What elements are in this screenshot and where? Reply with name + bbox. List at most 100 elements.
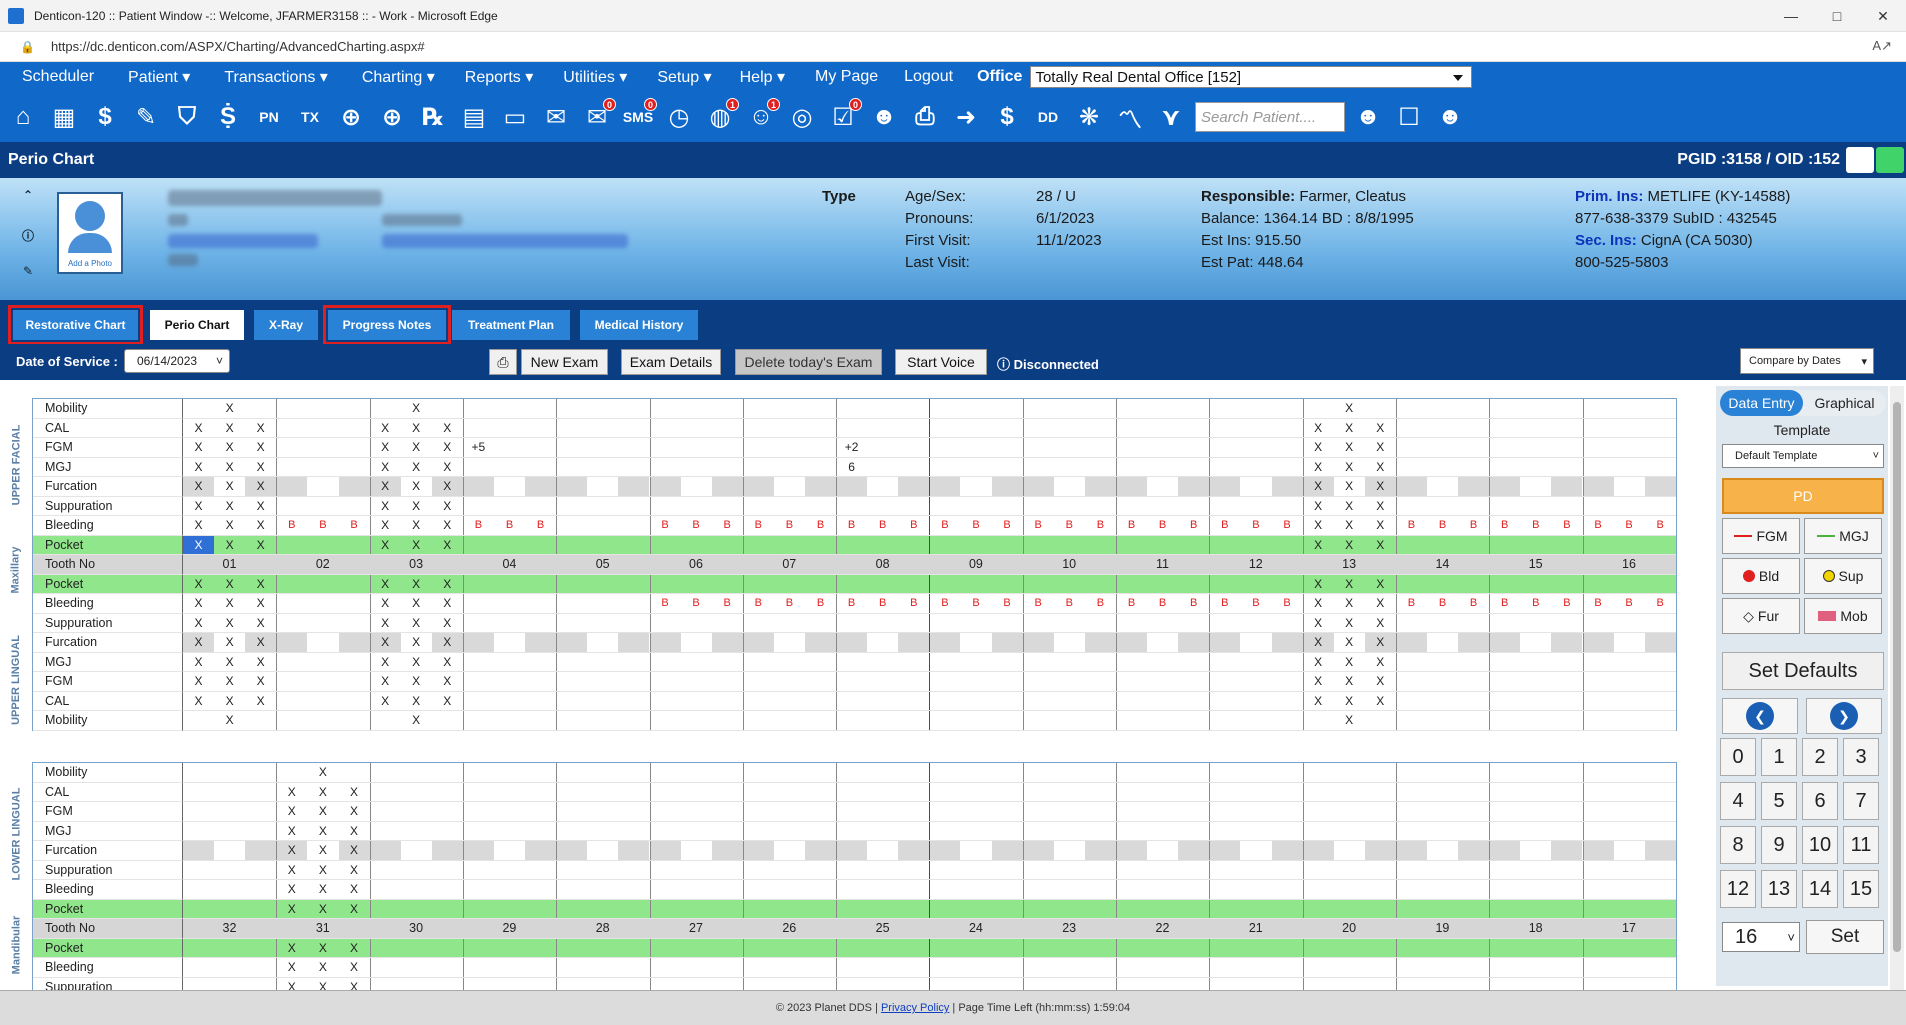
perio-cell[interactable]	[1396, 692, 1427, 711]
perio-cell[interactable]	[1396, 399, 1427, 418]
perio-cell[interactable]: X	[276, 802, 307, 821]
perio-cell[interactable]	[1023, 672, 1054, 691]
perio-cell[interactable]	[743, 614, 774, 633]
keypad-key[interactable]: 5	[1761, 782, 1797, 820]
perio-cell[interactable]	[618, 653, 649, 672]
perio-cell[interactable]	[214, 763, 245, 782]
perio-cell[interactable]	[867, 802, 898, 821]
perio-cell[interactable]	[1583, 692, 1614, 711]
tab-treatment-plan[interactable]: Treatment Plan	[452, 310, 570, 340]
read-aloud-icon[interactable]: A↗	[1872, 38, 1892, 54]
perio-cell[interactable]	[1303, 711, 1334, 730]
perio-cell[interactable]	[494, 458, 525, 477]
perio-cell[interactable]	[992, 497, 1023, 516]
perio-cell[interactable]	[1116, 419, 1147, 438]
perio-cell[interactable]	[1365, 399, 1396, 418]
perio-cell[interactable]	[338, 477, 370, 496]
perio-cell[interactable]: X	[183, 575, 214, 594]
perio-cell[interactable]: X	[276, 841, 308, 860]
perio-cell[interactable]	[711, 633, 743, 652]
perio-cell[interactable]	[1645, 536, 1676, 555]
perio-cell[interactable]	[401, 841, 432, 860]
perio-cell[interactable]	[650, 711, 681, 730]
perio-cell[interactable]: X	[1303, 653, 1334, 672]
perio-cell[interactable]	[836, 822, 867, 841]
mail-icon[interactable]: ✉	[539, 100, 573, 134]
perio-cell[interactable]: B	[1272, 516, 1303, 535]
perio-cell[interactable]	[401, 939, 432, 958]
perio-cell[interactable]	[867, 458, 898, 477]
perio-cell[interactable]	[1458, 692, 1489, 711]
perio-cell[interactable]	[1583, 900, 1614, 919]
perio-cell[interactable]	[1520, 958, 1551, 977]
perio-cell[interactable]	[587, 516, 618, 535]
perio-cell[interactable]: X	[214, 672, 245, 691]
perio-cell[interactable]	[1147, 633, 1178, 652]
perio-cell[interactable]	[929, 458, 960, 477]
perio-cell[interactable]	[183, 783, 214, 802]
perio-cell[interactable]	[556, 594, 587, 613]
perio-cell[interactable]	[681, 633, 712, 652]
perio-cell[interactable]: X	[214, 438, 245, 457]
dollar-icon[interactable]: $	[88, 100, 122, 134]
perio-cell[interactable]	[1147, 958, 1178, 977]
perio-cell[interactable]	[494, 822, 525, 841]
perio-cell[interactable]	[1272, 419, 1303, 438]
perio-cell[interactable]	[805, 861, 836, 880]
perio-cell[interactable]	[1023, 861, 1054, 880]
perio-cell[interactable]	[1303, 958, 1334, 977]
perio-cell[interactable]: B	[650, 516, 681, 535]
perio-cell[interactable]	[961, 614, 992, 633]
keypad-key[interactable]: 3	[1843, 738, 1879, 776]
perio-cell[interactable]	[1583, 861, 1614, 880]
perio-cell[interactable]	[276, 458, 307, 477]
perio-cell[interactable]	[1458, 633, 1490, 652]
perio-cell[interactable]	[1396, 438, 1427, 457]
perio-cell[interactable]	[805, 633, 836, 652]
perio-cell[interactable]	[1147, 880, 1178, 899]
perio-cell[interactable]	[929, 419, 960, 438]
perio-cell[interactable]: X	[214, 516, 245, 535]
perio-cell[interactable]	[1272, 880, 1303, 899]
tooth-number[interactable]: 30	[370, 919, 463, 938]
perio-cell[interactable]	[1520, 822, 1551, 841]
perio-cell[interactable]	[307, 633, 338, 652]
perio-cell[interactable]: B	[1645, 516, 1676, 535]
perio-cell[interactable]	[556, 497, 587, 516]
perio-cell[interactable]	[463, 594, 494, 613]
perio-cell[interactable]	[836, 497, 867, 516]
perio-cell[interactable]	[867, 419, 898, 438]
perio-cell[interactable]	[1209, 497, 1240, 516]
perio-cell[interactable]	[1396, 880, 1427, 899]
perio-cell[interactable]: X	[1303, 536, 1334, 555]
perio-cell[interactable]	[1334, 958, 1365, 977]
scan-icon[interactable]: ▭	[498, 100, 532, 134]
perio-cell[interactable]	[1085, 653, 1116, 672]
perio-cell[interactable]	[587, 399, 618, 418]
perio-cell[interactable]	[463, 672, 494, 691]
perio-cell[interactable]	[587, 575, 618, 594]
perio-cell[interactable]	[1147, 575, 1178, 594]
perio-cell[interactable]	[276, 633, 308, 652]
perio-cell[interactable]	[1178, 880, 1209, 899]
perio-cell[interactable]	[712, 711, 743, 730]
perio-cell[interactable]	[1116, 458, 1147, 477]
perio-cell[interactable]	[276, 763, 307, 782]
perio-cell[interactable]	[1365, 861, 1396, 880]
perio-cell[interactable]	[1551, 399, 1582, 418]
perio-cell[interactable]: X	[276, 900, 307, 919]
perio-cell[interactable]	[1427, 672, 1458, 691]
perio-cell[interactable]	[1551, 939, 1582, 958]
perio-cell[interactable]	[1054, 711, 1085, 730]
perio-cell[interactable]	[1023, 939, 1054, 958]
perio-cell[interactable]	[1085, 880, 1116, 899]
perio-cell[interactable]: B	[712, 516, 743, 535]
perio-cell[interactable]	[1614, 763, 1645, 782]
perio-cell[interactable]	[1116, 633, 1147, 652]
perio-cell[interactable]	[1054, 419, 1085, 438]
perio-cell[interactable]: B	[681, 516, 712, 535]
perio-cell[interactable]	[898, 672, 929, 691]
perio-cell[interactable]	[556, 900, 587, 919]
perio-cell[interactable]: X	[1365, 575, 1396, 594]
perio-cell[interactable]	[1395, 633, 1427, 652]
